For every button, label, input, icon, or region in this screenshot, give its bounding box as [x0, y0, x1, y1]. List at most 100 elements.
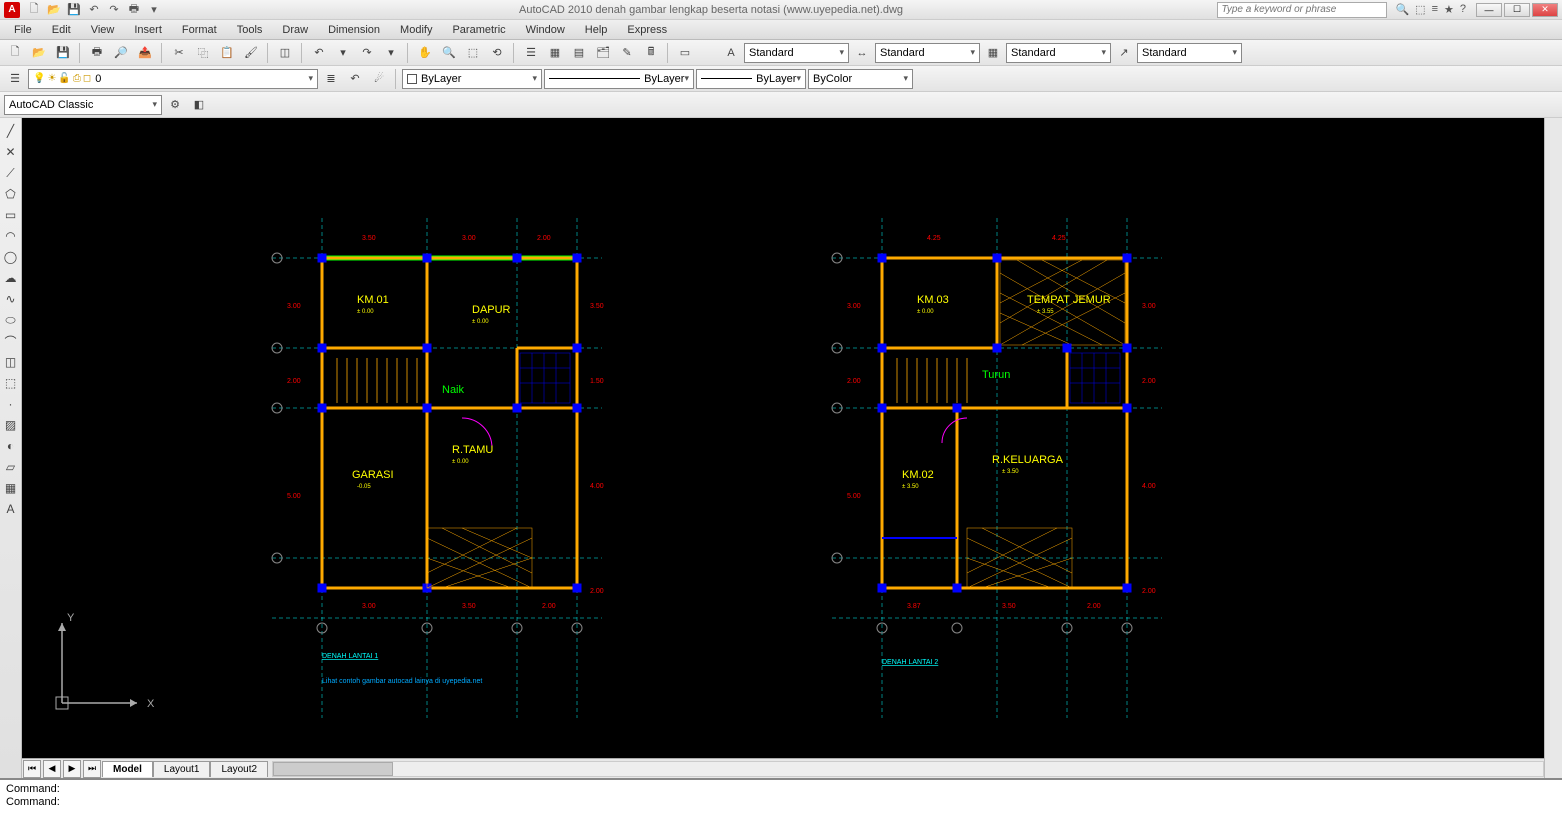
- insert-block-icon[interactable]: ◫: [2, 353, 20, 371]
- rectangle-icon[interactable]: ▭: [2, 206, 20, 224]
- match-prop-icon[interactable]: 🖌: [240, 42, 262, 64]
- menu-help[interactable]: Help: [575, 22, 618, 38]
- quickcalc-icon[interactable]: 🖩: [640, 42, 662, 64]
- comm-icon[interactable]: ≡: [1432, 3, 1438, 16]
- search-icon[interactable]: 🔍: [1395, 3, 1409, 16]
- workspace-settings-icon[interactable]: ⚙: [164, 94, 186, 116]
- new-icon[interactable]: 🗋: [4, 42, 26, 64]
- dimstyle-icon[interactable]: ↔: [851, 42, 873, 64]
- design-center-icon[interactable]: ▦: [544, 42, 566, 64]
- tablestyle-icon[interactable]: ▦: [982, 42, 1004, 64]
- textstyle-dropdown[interactable]: Standard: [744, 43, 849, 63]
- mlstyle-dropdown[interactable]: Standard: [1137, 43, 1242, 63]
- plotstyle-dropdown[interactable]: ByColor: [808, 69, 913, 89]
- gradient-icon[interactable]: ◐: [2, 437, 20, 455]
- spline-icon[interactable]: ∿: [2, 290, 20, 308]
- line-icon[interactable]: ╱: [2, 122, 20, 140]
- block-editor-icon[interactable]: ◫: [274, 42, 296, 64]
- open-icon[interactable]: 📂: [46, 2, 62, 18]
- menu-view[interactable]: View: [81, 22, 125, 38]
- menu-insert[interactable]: Insert: [124, 22, 172, 38]
- layer-dropdown[interactable]: 💡 ☀ 🔓 ⎙ ◻ 0: [28, 69, 318, 89]
- menu-modify[interactable]: Modify: [390, 22, 442, 38]
- subscription-icon[interactable]: ⬚: [1415, 3, 1425, 16]
- plot-icon[interactable]: 🖶: [86, 42, 108, 64]
- redo-icon[interactable]: ↷: [356, 42, 378, 64]
- horizontal-scrollbar[interactable]: [272, 761, 1544, 777]
- layer-manager-icon[interactable]: ☰: [4, 68, 26, 90]
- help-search-input[interactable]: [1217, 2, 1387, 18]
- tab-model[interactable]: Model: [102, 761, 153, 777]
- ellipse-arc-icon[interactable]: ⌒: [2, 332, 20, 350]
- paste-icon[interactable]: 📋: [216, 42, 238, 64]
- vertical-scrollbar[interactable]: [1544, 118, 1562, 778]
- markup-icon[interactable]: ✎: [616, 42, 638, 64]
- favorite-icon[interactable]: ★: [1444, 3, 1454, 16]
- menu-window[interactable]: Window: [516, 22, 575, 38]
- zoom-realtime-icon[interactable]: 🔍: [438, 42, 460, 64]
- tab-next-icon[interactable]: ▶: [63, 760, 81, 778]
- undo-icon[interactable]: ↶: [86, 2, 102, 18]
- save-icon[interactable]: 💾: [52, 42, 74, 64]
- copy-icon[interactable]: ⿻: [192, 42, 214, 64]
- region-icon[interactable]: ▱: [2, 458, 20, 476]
- linetype-dropdown[interactable]: ByLayer: [544, 69, 694, 89]
- menu-express[interactable]: Express: [617, 22, 677, 38]
- menu-parametric[interactable]: Parametric: [442, 22, 515, 38]
- layer-states-icon[interactable]: ≣: [320, 68, 342, 90]
- menu-edit[interactable]: Edit: [42, 22, 81, 38]
- polyline-icon[interactable]: ⟋: [2, 164, 20, 182]
- polygon-icon[interactable]: ⬠: [2, 185, 20, 203]
- undo-icon[interactable]: ↶: [308, 42, 330, 64]
- minimize-button[interactable]: —: [1476, 3, 1502, 17]
- plot-preview-icon[interactable]: 🔎: [110, 42, 132, 64]
- qat-dropdown-icon[interactable]: ▾: [146, 2, 162, 18]
- mtext-icon[interactable]: A: [2, 500, 20, 518]
- drawing-area[interactable]: Naik KM.01± 0.00 DAPUR± 0.00 R.TAMU± 0.0…: [22, 118, 1544, 778]
- menu-file[interactable]: File: [4, 22, 42, 38]
- zoom-previous-icon[interactable]: ⟲: [486, 42, 508, 64]
- properties-icon[interactable]: ☰: [520, 42, 542, 64]
- menu-draw[interactable]: Draw: [272, 22, 318, 38]
- layer-iso-icon[interactable]: ☄: [368, 68, 390, 90]
- pan-icon[interactable]: ✋: [414, 42, 436, 64]
- sheet-set-icon[interactable]: 🗂: [592, 42, 614, 64]
- open-icon[interactable]: 📂: [28, 42, 50, 64]
- hatch-icon[interactable]: ▨: [2, 416, 20, 434]
- menu-dimension[interactable]: Dimension: [318, 22, 390, 38]
- tab-layout1[interactable]: Layout1: [153, 761, 211, 777]
- ellipse-icon[interactable]: ⬭: [2, 311, 20, 329]
- table-icon[interactable]: ▦: [2, 479, 20, 497]
- menu-tools[interactable]: Tools: [227, 22, 273, 38]
- workspace-save-icon[interactable]: ◧: [188, 94, 210, 116]
- cut-icon[interactable]: ✂: [168, 42, 190, 64]
- zoom-window-icon[interactable]: ⬚: [462, 42, 484, 64]
- tab-last-icon[interactable]: ⏭: [83, 760, 101, 778]
- maximize-button[interactable]: ☐: [1504, 3, 1530, 17]
- dimstyle-dropdown[interactable]: Standard: [875, 43, 980, 63]
- tab-prev-icon[interactable]: ◀: [43, 760, 61, 778]
- lineweight-dropdown[interactable]: ByLayer: [696, 69, 806, 89]
- mleaderstyle-icon[interactable]: ↗: [1113, 42, 1135, 64]
- tool-palettes-icon[interactable]: ▤: [568, 42, 590, 64]
- point-icon[interactable]: ·: [2, 395, 20, 413]
- make-block-icon[interactable]: ⬚: [2, 374, 20, 392]
- print-icon[interactable]: 🖶: [126, 2, 142, 18]
- tab-first-icon[interactable]: ⏮: [23, 760, 41, 778]
- circle-icon[interactable]: ◯: [2, 248, 20, 266]
- new-icon[interactable]: 🗋: [26, 2, 42, 18]
- layer-previous-icon[interactable]: ↶: [344, 68, 366, 90]
- close-button[interactable]: ✕: [1532, 3, 1558, 17]
- undo-dd-icon[interactable]: ▾: [332, 42, 354, 64]
- arc-icon[interactable]: ◠: [2, 227, 20, 245]
- tablestyle-dropdown[interactable]: Standard: [1006, 43, 1111, 63]
- tab-layout2[interactable]: Layout2: [210, 761, 268, 777]
- command-window[interactable]: Command: Command:: [0, 778, 1562, 816]
- revcloud-icon[interactable]: ☁: [2, 269, 20, 287]
- save-icon[interactable]: 💾: [66, 2, 82, 18]
- help-icon[interactable]: ?: [1460, 3, 1466, 16]
- textstyle-icon[interactable]: A: [720, 42, 742, 64]
- redo-icon[interactable]: ↷: [106, 2, 122, 18]
- redo-dd-icon[interactable]: ▾: [380, 42, 402, 64]
- publish-icon[interactable]: 📤: [134, 42, 156, 64]
